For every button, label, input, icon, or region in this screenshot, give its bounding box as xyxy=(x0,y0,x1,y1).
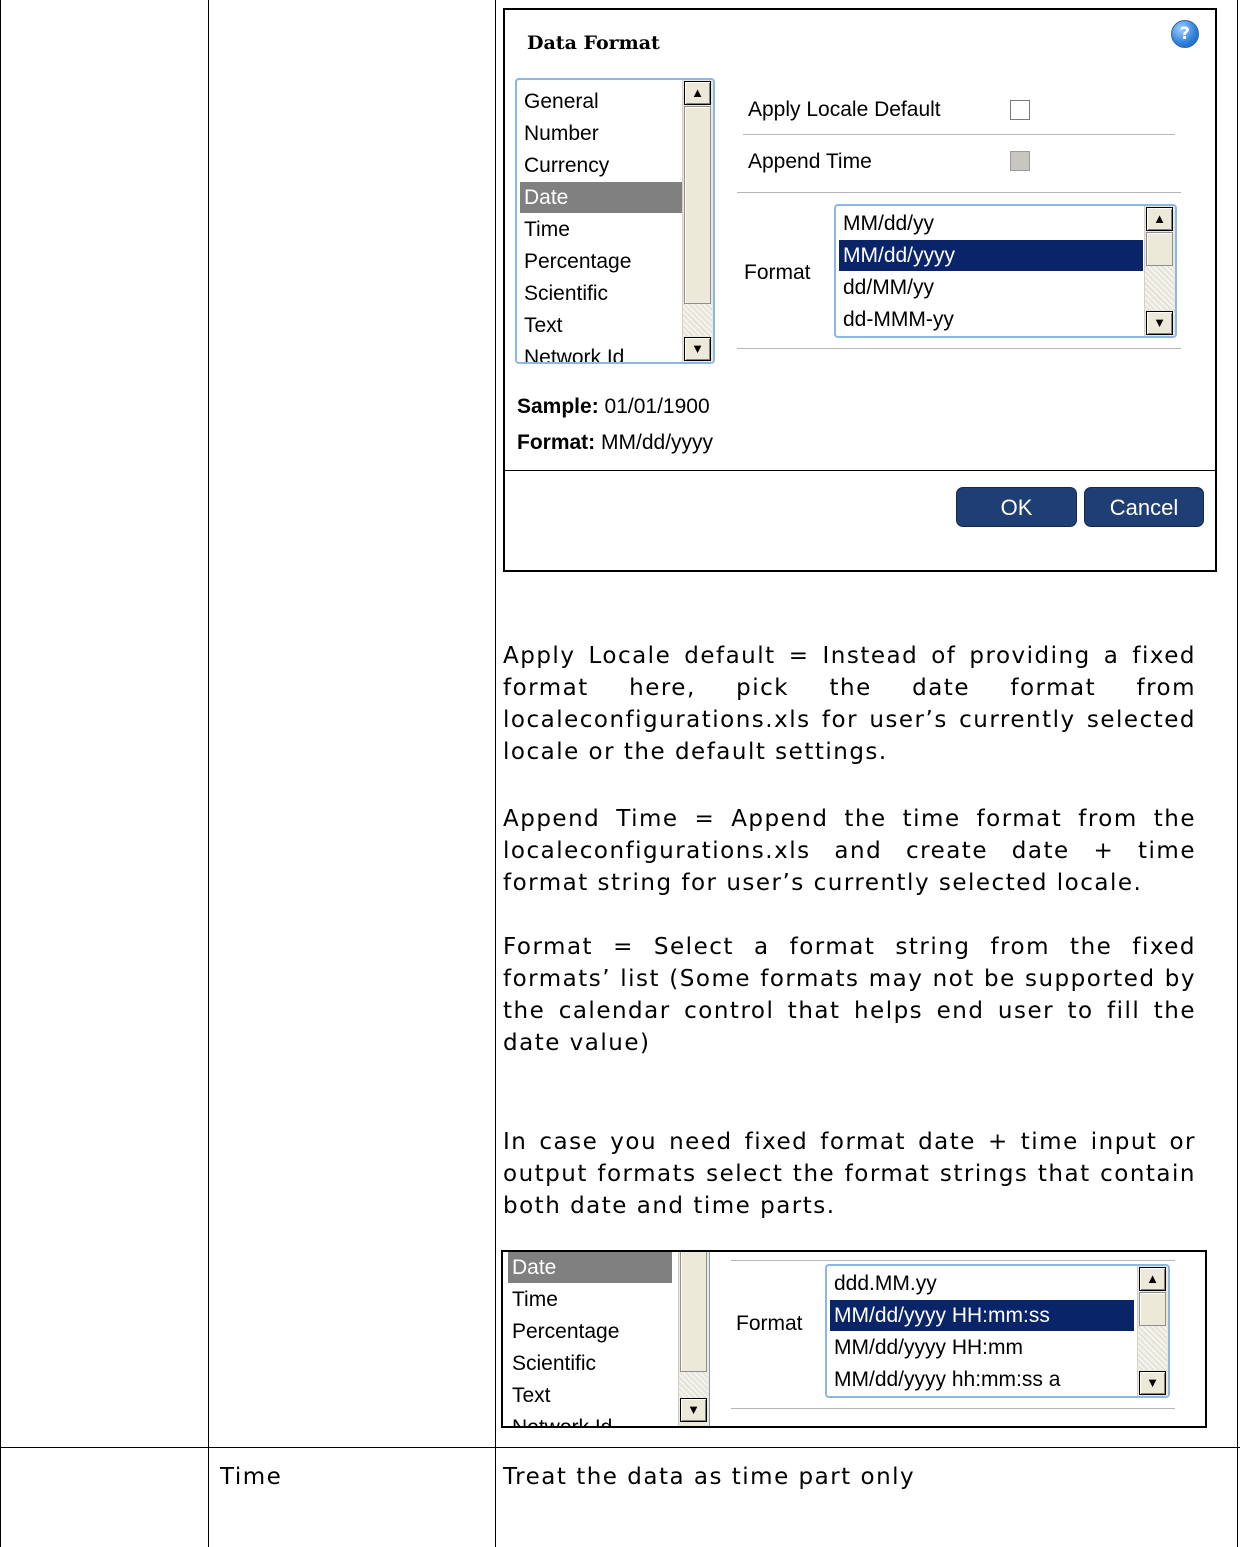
table-border-right xyxy=(1237,0,1238,1547)
format-item-selected[interactable]: MM/dd/yyyy HH:mm:ss xyxy=(830,1300,1134,1331)
apply-locale-default-label: Apply Locale Default xyxy=(748,98,941,121)
category-item[interactable]: Scientific xyxy=(520,278,682,309)
table-row-divider xyxy=(0,1447,1240,1448)
category-item[interactable]: Percentage xyxy=(520,246,682,277)
category-scrollbar[interactable]: ▲ ▼ xyxy=(682,80,713,362)
apply-locale-description: Apply Locale default = Instead of provid… xyxy=(503,643,1196,765)
apply-locale-default-checkbox[interactable] xyxy=(1010,100,1030,120)
separator xyxy=(737,192,1181,193)
sample-line: Sample: 01/01/1900 xyxy=(517,395,710,419)
scroll-thumb[interactable] xyxy=(680,1252,707,1372)
cancel-button[interactable]: Cancel xyxy=(1084,487,1204,527)
category-item[interactable]: Scientific xyxy=(508,1348,672,1379)
sample-value: 01/01/1900 xyxy=(604,395,710,418)
format-list[interactable]: MM/dd/yy MM/dd/yyyy dd/MM/yy dd-MMM-yy ▲… xyxy=(834,204,1177,338)
format-info-line: Format: MM/dd/yyyy xyxy=(517,431,713,455)
snippet-category-scrollbar[interactable]: ▼ xyxy=(678,1252,709,1426)
scroll-thumb[interactable] xyxy=(1146,232,1173,266)
format-info-value: MM/dd/yyyy xyxy=(601,431,714,454)
table-border-col1 xyxy=(208,0,209,1547)
snippet-format-label: Format xyxy=(736,1312,803,1335)
format-item[interactable]: MM/dd/yyyy hh:mm:ss a xyxy=(830,1364,1134,1395)
snippet-category-list[interactable]: Date Time Percentage Scientific Text Net… xyxy=(505,1252,710,1426)
snippet-format-scrollbar[interactable]: ▲ ▼ xyxy=(1137,1266,1168,1396)
dialog-title: Data Format xyxy=(527,32,660,54)
format-item[interactable]: ddd.MM.yy xyxy=(830,1268,1134,1299)
scroll-track[interactable] xyxy=(1138,1326,1167,1370)
table-border-left xyxy=(0,0,1,1547)
separator xyxy=(731,1260,1175,1261)
sample-label: Sample: xyxy=(517,395,599,418)
category-item-selected[interactable]: Date xyxy=(520,182,682,213)
category-item[interactable]: Percentage xyxy=(508,1316,672,1347)
format-item[interactable]: MM/dd/yy xyxy=(839,208,1143,239)
format-description: Format = Select a format string from the… xyxy=(503,934,1196,1056)
category-item[interactable]: Time xyxy=(508,1284,672,1315)
snippet-format-list[interactable]: ddd.MM.yy MM/dd/yyyy HH:mm:ss MM/dd/yyyy… xyxy=(825,1264,1170,1398)
scroll-track[interactable] xyxy=(683,304,712,336)
format-item[interactable]: dd/MM/yy xyxy=(839,272,1143,303)
scroll-thumb[interactable] xyxy=(684,106,711,304)
table-cell-description: Treat the data as time part only xyxy=(503,1464,916,1490)
format-info-label: Format: xyxy=(517,431,596,454)
data-format-dialog: Data Format ? General Number Currency Da… xyxy=(503,8,1217,572)
format-label: Format xyxy=(744,261,811,284)
format-scrollbar[interactable]: ▲ ▼ xyxy=(1144,206,1175,336)
append-time-description: Append Time = Append the time format fro… xyxy=(503,806,1196,896)
scroll-down-icon[interactable]: ▼ xyxy=(1139,1371,1166,1395)
category-item[interactable]: Network Id xyxy=(508,1412,672,1426)
separator xyxy=(731,1408,1175,1409)
date-time-description: In case you need fixed format date + tim… xyxy=(503,1129,1196,1219)
format-snippet-screenshot: Date Time Percentage Scientific Text Net… xyxy=(501,1250,1207,1428)
table-cell-type: Time xyxy=(220,1464,283,1490)
scroll-thumb[interactable] xyxy=(1139,1292,1166,1326)
scroll-track[interactable] xyxy=(1145,266,1174,310)
separator xyxy=(743,134,1175,135)
format-item[interactable]: dd-MMM-yy xyxy=(839,304,1143,335)
scroll-up-icon[interactable]: ▲ xyxy=(1139,1267,1166,1291)
dialog-footer-divider xyxy=(505,470,1215,471)
category-item-selected[interactable]: Date xyxy=(508,1252,672,1283)
table-border-col2 xyxy=(495,0,496,1547)
category-item[interactable]: Number xyxy=(520,118,682,149)
format-item[interactable]: MM/dd/yyyy HH:mm xyxy=(830,1332,1134,1363)
category-item[interactable]: Network Id xyxy=(520,342,682,362)
category-item[interactable]: Time xyxy=(520,214,682,245)
help-icon[interactable]: ? xyxy=(1171,20,1199,48)
scroll-up-icon[interactable]: ▲ xyxy=(1146,207,1173,231)
category-item[interactable]: Text xyxy=(508,1380,672,1411)
ok-button[interactable]: OK xyxy=(956,487,1077,527)
append-time-checkbox[interactable] xyxy=(1010,151,1030,171)
scroll-down-icon[interactable]: ▼ xyxy=(680,1398,707,1422)
category-item[interactable]: General xyxy=(520,86,682,117)
category-item[interactable]: Text xyxy=(520,310,682,341)
scroll-down-icon[interactable]: ▼ xyxy=(684,337,711,361)
format-item-selected[interactable]: MM/dd/yyyy xyxy=(839,240,1143,271)
scroll-up-icon[interactable]: ▲ xyxy=(684,81,711,105)
scroll-down-icon[interactable]: ▼ xyxy=(1146,311,1173,335)
append-time-label: Append Time xyxy=(748,150,872,173)
category-item[interactable]: Currency xyxy=(520,150,682,181)
category-list[interactable]: General Number Currency Date Time Percen… xyxy=(515,78,715,364)
separator xyxy=(737,348,1181,349)
